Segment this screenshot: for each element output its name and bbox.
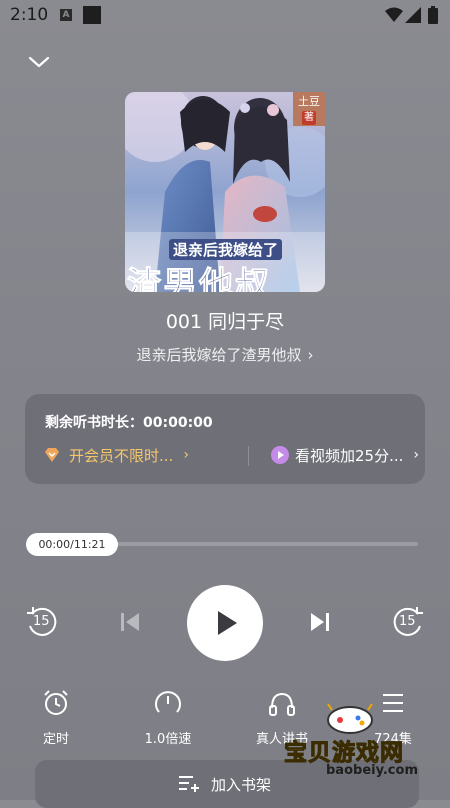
- video-chevron-icon: ›: [413, 447, 420, 463]
- forward-label: 15: [399, 614, 416, 629]
- cover-title-big: 渣男他叔: [127, 265, 271, 293]
- remaining-time-label: 剩余听书时长：00:00:00: [45, 415, 213, 431]
- video-play-icon: [271, 446, 289, 464]
- signal-icon: [405, 7, 421, 23]
- watermark-text: 宝贝游戏网: [284, 740, 404, 767]
- battery-icon: [428, 6, 438, 24]
- chevron-right-icon: ›: [307, 346, 314, 364]
- next-button[interactable]: [308, 610, 332, 634]
- skip-previous-icon: [121, 613, 139, 631]
- video-label: 看视频加25分...: [295, 446, 404, 465]
- progress-thumb[interactable]: 00:00/11:21: [26, 533, 118, 556]
- site-watermark: 宝贝游戏网 baobeiy.com: [282, 700, 450, 790]
- rewind-15-button[interactable]: 15: [24, 604, 60, 640]
- status-bar: 2:10 A: [0, 0, 450, 32]
- add-list-icon: [179, 776, 199, 792]
- wifi-icon: [385, 7, 403, 22]
- author-tag: 土豆: [298, 95, 320, 108]
- vip-unlimited-button[interactable]: 开会员不限时... ›: [43, 443, 189, 467]
- book-title: 退亲后我嫁给了渣男他叔: [136, 346, 302, 364]
- sleep-timer-button[interactable]: 定时: [21, 688, 91, 747]
- timer-label: 定时: [42, 732, 69, 747]
- vip-chevron-icon: ›: [183, 447, 189, 463]
- previous-button[interactable]: [118, 610, 142, 634]
- author-badge: 著: [302, 111, 316, 125]
- status-time: 2:10: [10, 5, 49, 25]
- track-title: 001 同归于尽: [165, 311, 285, 333]
- vip-diamond-icon: [45, 448, 59, 462]
- watermark-url: baobeiy.com: [326, 763, 418, 778]
- author-stamp: 土豆 著: [293, 92, 325, 126]
- speedometer-icon: [155, 691, 181, 713]
- card-divider: [248, 446, 249, 466]
- notification-square-icon: [83, 6, 101, 24]
- play-button[interactable]: [187, 585, 263, 661]
- notification-a-icon: A: [60, 9, 72, 21]
- listen-time-card: 剩余听书时长：00:00:00 开会员不限时... › 看视频加25分... ›: [25, 394, 425, 484]
- book-title-link[interactable]: 退亲后我嫁给了渣男他叔 ›: [0, 344, 450, 365]
- alarm-clock-icon: [44, 690, 68, 715]
- skip-next-icon: [311, 613, 329, 631]
- rewind-label: 15: [33, 614, 50, 629]
- speed-label: 1.0倍速: [144, 732, 192, 747]
- bookshelf-label: 加入书架: [211, 776, 272, 794]
- play-icon: [218, 611, 237, 635]
- watch-video-button[interactable]: 看视频加25分... ›: [271, 443, 419, 467]
- gamepad-logo-icon: [327, 703, 373, 734]
- speed-button[interactable]: 1.0倍速: [133, 688, 203, 747]
- vip-label: 开会员不限时...: [69, 446, 174, 465]
- chevron-down-icon[interactable]: [26, 52, 52, 72]
- forward-15-button[interactable]: 15: [390, 604, 426, 640]
